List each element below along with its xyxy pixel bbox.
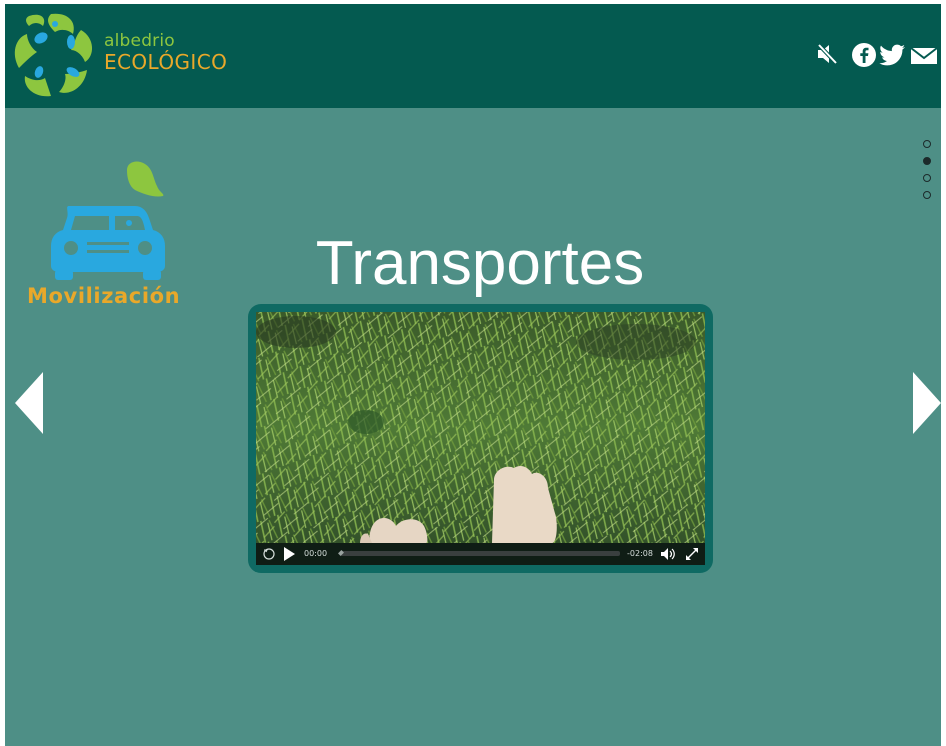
category-label: Movilización [27,284,181,308]
rewind-30-icon[interactable] [262,543,276,565]
seek-bar[interactable] [338,550,620,556]
video-frame-grass-image [256,312,705,543]
seek-knob[interactable] [338,550,344,556]
pager-dot[interactable] [923,174,931,182]
facebook-icon[interactable] [851,42,877,68]
slide-pager [923,140,935,208]
video-controls: 00:00 -02:08 [256,543,705,565]
arrow-left-icon[interactable] [13,370,45,436]
volume-icon[interactable] [660,543,676,565]
logo-icon[interactable] [11,10,95,100]
header: albedrio ECOLÓGICO [5,4,941,108]
category-badge: Movilización [25,160,195,310]
arrow-right-icon[interactable] [911,370,941,436]
car-icon [51,161,165,280]
mute-icon[interactable] [816,42,838,66]
pager-dot[interactable] [923,191,931,199]
play-icon[interactable] [282,543,296,565]
pager-dot-active[interactable] [923,157,931,165]
page-frame: albedrio ECOLÓGICO Movilización Transpor… [5,4,941,746]
video-player[interactable]: 00:00 -02:08 [256,312,705,565]
twitter-icon[interactable] [879,42,907,68]
fullscreen-icon[interactable] [684,543,700,565]
current-time: 00:00 [304,549,328,558]
remaining-time: -02:08 [627,549,653,558]
page-title: Transportes [315,229,645,298]
mail-icon[interactable] [910,42,938,68]
pager-dot[interactable] [923,140,931,148]
video-frame: 00:00 -02:08 [248,304,713,573]
brand-name-top: albedrio [104,31,175,51]
brand-name-bottom: ECOLÓGICO [104,50,228,74]
